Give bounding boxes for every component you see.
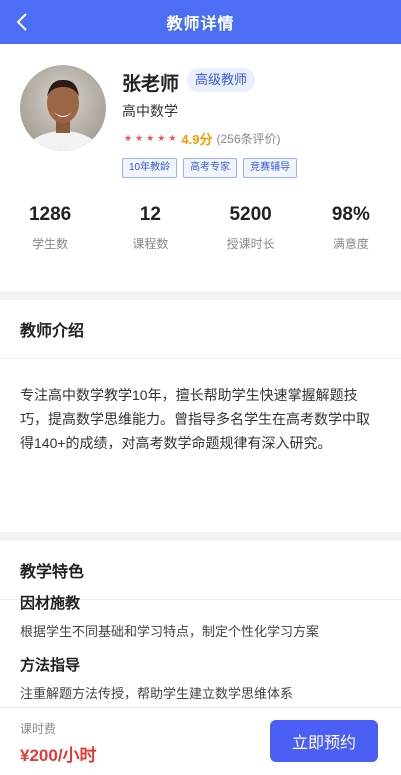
rating-score: 4.9分: [181, 132, 213, 147]
book-now-button[interactable]: 立即预约: [270, 720, 378, 762]
teacher-tags: 10年教龄 高考专家 竞赛辅导: [122, 158, 298, 178]
intro-text: 专注高中数学教学10年，擅长帮助学生快速掌握解题技巧，提高数学思维能力。曾指导多…: [20, 387, 370, 451]
feature-desc: 根据学生不同基础和学习特点，制定个性化学习方案: [20, 624, 320, 639]
stat-value: 12: [139, 204, 161, 225]
star-icon: ★: [157, 133, 166, 143]
feature-desc: 注重解题方法传授，帮助学生建立数学思维体系: [20, 686, 294, 701]
features-title: 教学特色: [20, 564, 85, 581]
fee-label: 课时费: [20, 722, 57, 736]
tag-item: 竞赛辅导: [243, 158, 298, 178]
rating-stars: ★ ★ ★ ★ ★: [124, 133, 179, 144]
fee-value: ¥200/小时: [20, 746, 97, 765]
stat-label: 课程数: [132, 237, 169, 251]
stat-students: 1286 学生数: [0, 171, 100, 252]
intro-title: 教师介绍: [20, 323, 85, 340]
star-icon: ★: [124, 133, 133, 143]
tag-item: 高考专家: [183, 158, 238, 178]
intro-section-header: 教师介绍: [0, 300, 401, 359]
review-count: (256条评价): [216, 132, 281, 146]
stat-value: 5200: [229, 204, 272, 225]
back-button[interactable]: [8, 8, 36, 36]
feature-item: 因材施教 根据学生不同基础和学习特点，制定个性化学习方案: [0, 592, 339, 640]
star-icon: ★: [146, 133, 155, 143]
teacher-level-badge: 高级教师: [187, 68, 256, 92]
tag-item: 10年教龄: [122, 158, 178, 178]
stat-label: 学生数: [32, 237, 69, 251]
top-navigation-bar: 教师详情: [0, 0, 401, 44]
feature-item: 方法指导 注重解题方法传授，帮助学生建立数学思维体系: [0, 654, 313, 702]
stat-label: 满意度: [332, 237, 369, 251]
teacher-avatar: [20, 65, 106, 151]
stat-satisfaction: 98% 满意度: [301, 171, 401, 252]
stat-value: 1286: [28, 204, 72, 225]
stat-label: 授课时长: [226, 237, 275, 251]
teacher-profile: 张老师 高级教师 高中数学 ★ ★ ★ ★ ★ 4.9分 (256条评价) 10…: [0, 44, 401, 178]
star-icon: ★: [168, 133, 177, 143]
booking-bar: 课时费 ¥200/小时 立即预约: [0, 707, 401, 775]
stats-row: 1286 学生数 12 课程数 5200 授课时长 98% 满意度: [0, 171, 401, 291]
feature-title: 因材施教: [20, 595, 81, 612]
stat-courses: 12 课程数: [100, 171, 200, 252]
teacher-name: 张老师: [122, 74, 180, 95]
teacher-subject: 高中数学: [122, 103, 178, 119]
page-title: 教师详情: [166, 16, 235, 33]
stat-hours: 5200 授课时长: [201, 171, 301, 252]
rating-row: ★ ★ ★ ★ ★ 4.9分 (256条评价): [124, 129, 280, 148]
star-icon: ★: [135, 133, 144, 143]
feature-title: 方法指导: [20, 657, 81, 674]
section-divider: [0, 532, 401, 541]
chevron-left-icon: [16, 13, 27, 31]
section-divider: [0, 291, 401, 300]
stat-value: 98%: [331, 204, 370, 225]
